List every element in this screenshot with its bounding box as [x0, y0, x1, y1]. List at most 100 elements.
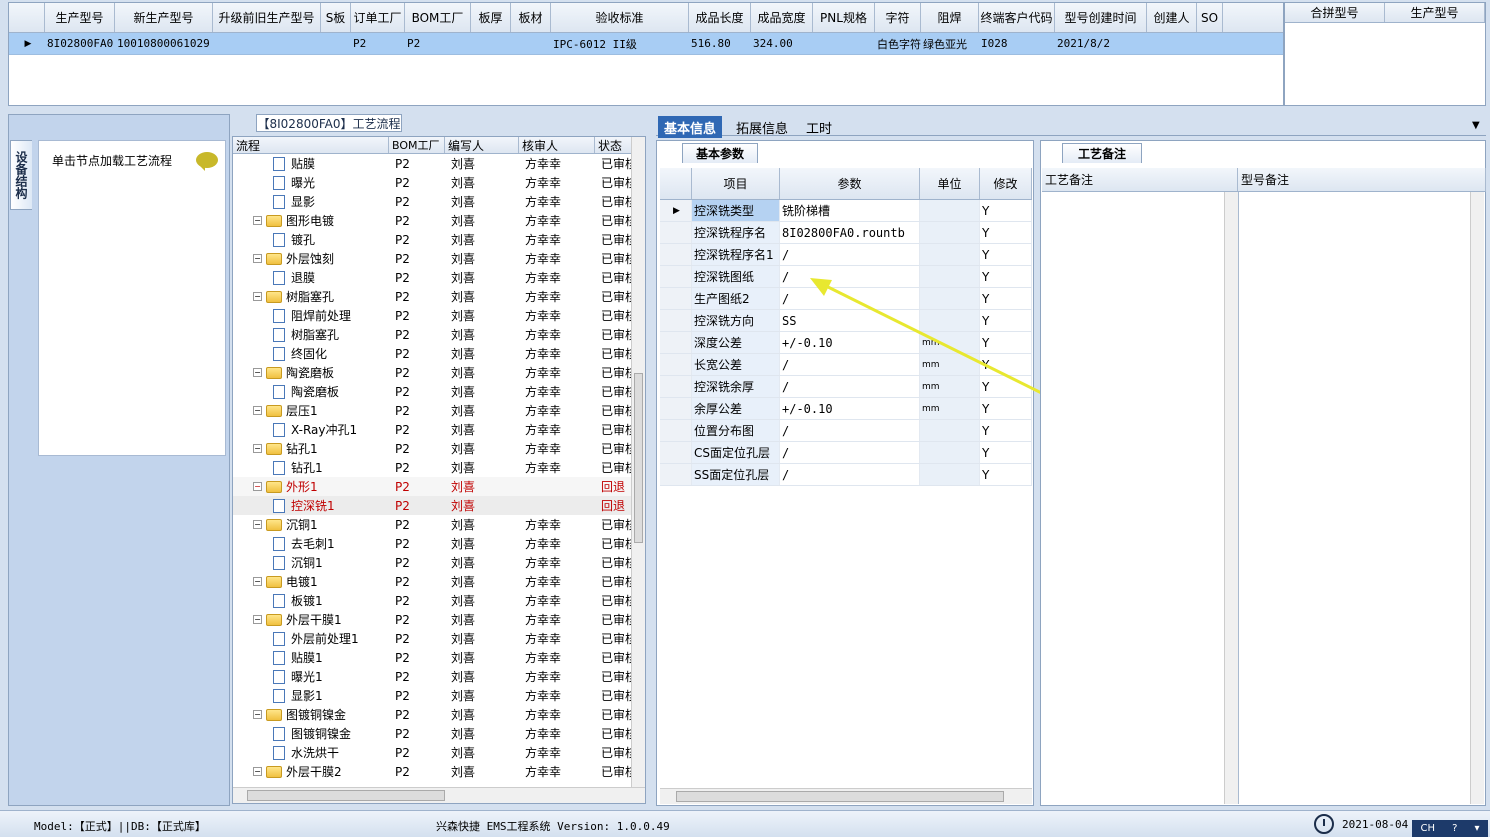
col-edit[interactable]: 修改	[980, 168, 1032, 199]
col-writer[interactable]: 编写人	[445, 137, 519, 153]
model-cell-5[interactable]: P2	[405, 33, 471, 54]
flow-row[interactable]: 图镀铜镍金 P2 刘喜 方幸幸 已审核	[233, 724, 645, 743]
flow-row[interactable]: − 外层干膜1 P2 刘喜 方幸幸 已审核	[233, 610, 645, 629]
model-col-9[interactable]: 成品长度	[689, 3, 751, 32]
collapse-toggle-icon[interactable]: −	[253, 216, 262, 225]
param-row[interactable]: CS面定位孔层 / Y	[660, 442, 1032, 464]
ime-settings-icon[interactable]: ▾	[1474, 823, 1479, 834]
col-item[interactable]: 项目	[692, 168, 780, 199]
model-grid[interactable]: 生产型号 新生产型号 升级前旧生产型号 S板 订单工厂 BOM工厂 板厚 板材 验收标准 成品长度…	[8, 2, 1284, 106]
model-cell-16[interactable]	[1147, 33, 1197, 54]
col-unit[interactable]: 单位	[920, 168, 980, 199]
model-col-8[interactable]: 验收标准	[551, 3, 689, 32]
collapse-toggle-icon[interactable]: −	[253, 482, 262, 491]
flow-row[interactable]: 去毛刺1 P2 刘喜 方幸幸 已审核	[233, 534, 645, 553]
flow-row[interactable]: X-Ray冲孔1 P2 刘喜 方幸幸 已审核	[233, 420, 645, 439]
params-hscroll-thumb[interactable]	[676, 791, 1004, 802]
param-param[interactable]: /	[780, 244, 920, 265]
param-param[interactable]: /	[780, 464, 920, 485]
model-col-5[interactable]: BOM工厂	[405, 3, 471, 32]
model-col-6[interactable]: 板厚	[471, 3, 511, 32]
model-col-12[interactable]: 字符	[875, 3, 921, 32]
collapse-toggle-icon[interactable]: −	[253, 406, 262, 415]
flow-row[interactable]: 显影 P2 刘喜 方幸幸 已审核	[233, 192, 645, 211]
collapse-toggle-icon[interactable]: −	[253, 292, 262, 301]
col-reviewer[interactable]: 核审人	[519, 137, 595, 153]
flow-row[interactable]: 曝光 P2 刘喜 方幸幸 已审核	[233, 173, 645, 192]
model-cell-17[interactable]	[1197, 33, 1223, 54]
model-col-7[interactable]: 板材	[511, 3, 551, 32]
model-col-14[interactable]: 终端客户代码	[979, 3, 1055, 32]
flow-row[interactable]: 板镀1 P2 刘喜 方幸幸 已审核	[233, 591, 645, 610]
tree-hscroll-thumb[interactable]	[247, 790, 445, 801]
col-status[interactable]: 状态	[595, 137, 633, 153]
model-col-10[interactable]: 成品宽度	[751, 3, 813, 32]
flow-row[interactable]: 退膜 P2 刘喜 方幸幸 已审核	[233, 268, 645, 287]
collapse-toggle-icon[interactable]: −	[253, 368, 262, 377]
flow-row[interactable]: − 电镀1 P2 刘喜 方幸幸 已审核	[233, 572, 645, 591]
model-col-1[interactable]: 新生产型号	[115, 3, 213, 32]
process-note-scrollbar[interactable]	[1224, 192, 1238, 804]
model-cell-8[interactable]: IPC-6012 II级	[551, 33, 689, 54]
merge-col-model[interactable]: 生产型号	[1385, 3, 1485, 22]
param-row[interactable]: ▶ 控深铣类型 铣阶梯槽 Y	[660, 200, 1032, 222]
model-col-11[interactable]: PNL规格	[813, 3, 875, 32]
param-row[interactable]: 控深铣程序名1/ Y	[660, 244, 1032, 266]
model-grid-row[interactable]: ▶ 8I02800FA0 10010800061029 P2 P2 IPC-6012 II…	[9, 33, 1283, 55]
flow-row[interactable]: 钻孔1 P2 刘喜 方幸幸 已审核	[233, 458, 645, 477]
flow-row[interactable]: 外层前处理1 P2 刘喜 方幸幸 已审核	[233, 629, 645, 648]
merge-col-merged-model[interactable]: 合拼型号	[1285, 3, 1385, 22]
model-cell-3[interactable]	[321, 33, 351, 54]
tree-horizontal-scrollbar[interactable]	[233, 787, 645, 803]
flow-row[interactable]: 镀孔 P2 刘喜 方幸幸 已审核	[233, 230, 645, 249]
model-col-16[interactable]: 创建人	[1147, 3, 1197, 32]
flow-row[interactable]: − 外层蚀刻 P2 刘喜 方幸幸 已审核	[233, 249, 645, 268]
model-col-4[interactable]: 订单工厂	[351, 3, 405, 32]
tree-scroll-thumb[interactable]	[634, 373, 643, 543]
model-col-3[interactable]: S板	[321, 3, 351, 32]
collapse-toggle-icon[interactable]: −	[253, 444, 262, 453]
params-horizontal-scrollbar[interactable]	[660, 788, 1032, 804]
flow-row[interactable]: 显影1 P2 刘喜 方幸幸 已审核	[233, 686, 645, 705]
col-bom[interactable]: BOM工厂	[389, 137, 445, 153]
help-icon[interactable]: ?	[1452, 823, 1457, 834]
model-cell-14[interactable]: I028	[979, 33, 1055, 54]
model-cell-10[interactable]: 324.00	[751, 33, 813, 54]
flow-row[interactable]: 终固化 P2 刘喜 方幸幸 已审核	[233, 344, 645, 363]
model-cell-7[interactable]	[511, 33, 551, 54]
model-cell-13[interactable]: 绿色亚光	[921, 33, 979, 54]
param-param[interactable]: 8I02800FA0.rountb	[780, 222, 920, 243]
col-param[interactable]: 参数	[780, 168, 920, 199]
param-row[interactable]: 控深铣程序名 8I02800FA0.rountb Y	[660, 222, 1032, 244]
param-param[interactable]: 铣阶梯槽	[780, 200, 920, 221]
col-process-note[interactable]: 工艺备注	[1042, 168, 1238, 191]
model-cell-4[interactable]: P2	[351, 33, 405, 54]
model-note-scrollbar[interactable]	[1470, 192, 1484, 804]
tab-work-hours[interactable]: 工时	[800, 116, 838, 138]
tab-dropdown-icon[interactable]: ▼	[1472, 120, 1480, 131]
side-tab-equipment[interactable]: 设备结构	[10, 140, 32, 210]
model-cell-0[interactable]: 8I02800FA0	[45, 33, 115, 54]
flow-tree-grid[interactable]: 流程 BOM工厂 编写人 核审人 状态 贴膜P2刘喜方幸幸已审核曝光P2刘喜方幸…	[232, 136, 646, 804]
flow-row[interactable]: − 图形电镀 P2 刘喜 方幸幸 已审核	[233, 211, 645, 230]
param-param[interactable]: /	[780, 442, 920, 463]
model-cell-15[interactable]: 2021/8/2	[1055, 33, 1147, 54]
flow-row[interactable]: − 沉铜1 P2 刘喜 方幸幸 已审核	[233, 515, 645, 534]
model-col-13[interactable]: 阻焊	[921, 3, 979, 32]
model-cell-9[interactable]: 516.80	[689, 33, 751, 54]
flow-row[interactable]: 贴膜 P2 刘喜 方幸幸 已审核	[233, 154, 645, 173]
model-col-17[interactable]: SO	[1197, 3, 1223, 32]
model-cell-2[interactable]	[213, 33, 321, 54]
flow-row[interactable]: − 陶瓷磨板 P2 刘喜 方幸幸 已审核	[233, 363, 645, 382]
flow-row[interactable]: 沉铜1 P2 刘喜 方幸幸 已审核	[233, 553, 645, 572]
merge-grid[interactable]: 合拼型号 生产型号	[1284, 2, 1486, 106]
flow-row[interactable]: 贴膜1 P2 刘喜 方幸幸 已审核	[233, 648, 645, 667]
col-model-note[interactable]: 型号备注	[1238, 168, 1486, 191]
tab-basic-info[interactable]: 基本信息	[658, 116, 723, 138]
ime-indicator[interactable]: CH ? ▾	[1412, 820, 1488, 837]
collapse-toggle-icon[interactable]: −	[253, 710, 262, 719]
model-col-0[interactable]: 生产型号	[45, 3, 115, 32]
tree-vertical-scrollbar[interactable]	[631, 137, 645, 787]
flow-row[interactable]: − 层压1 P2 刘喜 方幸幸 已审核	[233, 401, 645, 420]
flow-row[interactable]: 阻焊前处理 P2 刘喜 方幸幸 已审核	[233, 306, 645, 325]
